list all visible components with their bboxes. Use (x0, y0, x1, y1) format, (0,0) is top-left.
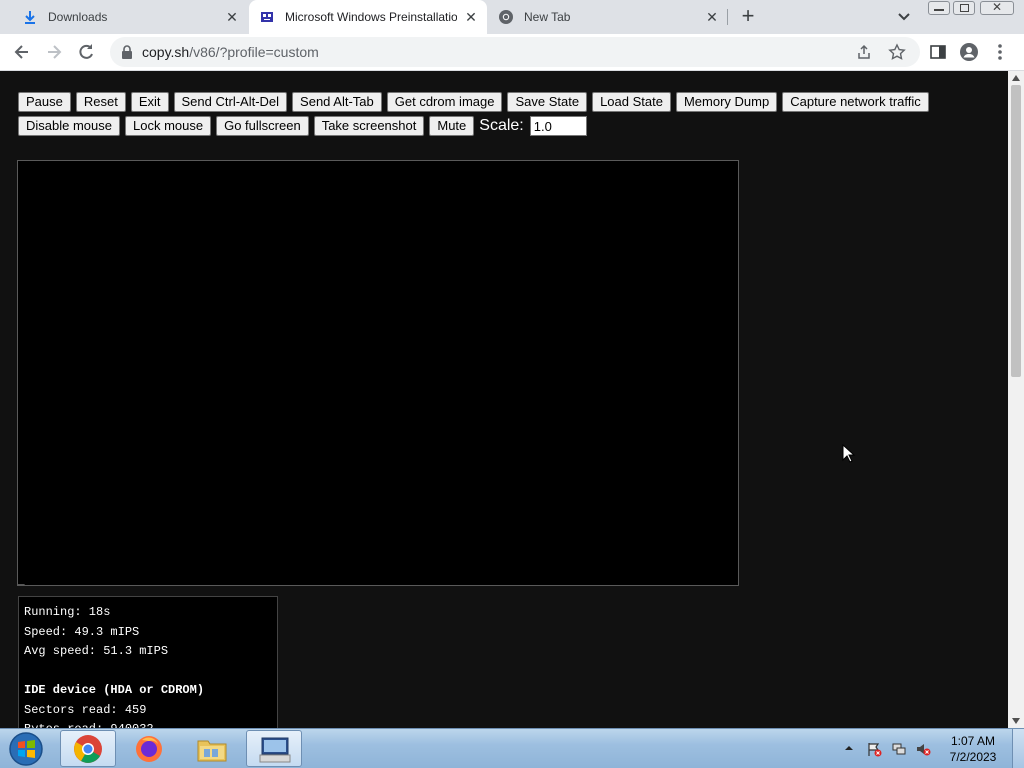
url-text[interactable]: copy.sh/v86/?profile=custom (142, 44, 319, 60)
volume-muted-icon[interactable] (915, 741, 931, 757)
back-arrow-icon[interactable] (12, 42, 32, 62)
capture-network-traffic-button[interactable]: Capture network traffic (782, 92, 929, 112)
chrome-icon (499, 10, 513, 24)
avg-speed: Avg speed: 51.3 mIPS (24, 644, 169, 658)
url-path: /v86/?profile=custom (189, 44, 319, 60)
address-bar[interactable]: copy.sh/v86/?profile=custom (110, 37, 920, 67)
chrome-icon (74, 735, 102, 763)
forward-arrow-icon[interactable] (44, 42, 64, 62)
send-alt-tab-button[interactable]: Send Alt-Tab (292, 92, 382, 112)
minimize-button[interactable] (928, 1, 950, 15)
url-host: copy.sh (142, 44, 190, 60)
take-screenshot-button[interactable]: Take screenshot (313, 116, 425, 136)
restore-button[interactable] (953, 1, 975, 15)
lock-mouse-button[interactable]: Lock mouse (125, 116, 212, 136)
close-icon[interactable]: ✕ (224, 9, 240, 25)
firefox-icon (136, 736, 162, 762)
on-screen-keyboard-icon (259, 737, 291, 763)
get-cdrom-image-button[interactable]: Get cdrom image (386, 92, 503, 112)
ide-device-header: IDE device (HDA or CDROM) (24, 683, 205, 697)
profile-avatar-icon[interactable] (959, 42, 979, 62)
text-cursor: _ (18, 572, 25, 585)
scroll-up-icon[interactable] (1012, 75, 1020, 81)
reset-button[interactable]: Reset (75, 92, 126, 112)
windows-taskbar: 1:07 AM 7/2/2023 (0, 728, 1024, 768)
scale-input[interactable] (529, 116, 587, 136)
save-state-button[interactable]: Save State (507, 92, 588, 112)
send-ctrl-alt-del-button[interactable]: Send Ctrl-Alt-Del (173, 92, 288, 112)
tab-title: Microsoft Windows Preinstallatio (285, 10, 457, 24)
tray-expand-icon[interactable] (843, 743, 855, 753)
pause-button[interactable]: Pause (18, 92, 71, 112)
taskbar-file-explorer[interactable] (184, 730, 240, 767)
scale-label: Scale: (479, 117, 524, 134)
mouse-pointer-icon (842, 444, 856, 463)
taskbar-on-screen-keyboard[interactable] (246, 730, 302, 767)
download-icon (25, 11, 35, 24)
tab-new-tab[interactable]: New Tab ✕ (488, 0, 728, 34)
close-icon[interactable]: ✕ (704, 9, 720, 25)
memory-dump-button[interactable]: Memory Dump (675, 92, 778, 112)
emulator-controls: Pause Reset Exit Send Ctrl-Alt-Del Send … (18, 91, 978, 139)
running-time: Running: 18s (24, 605, 111, 619)
tab-separator (727, 9, 728, 25)
sectors-read: Sectors read: 459 (24, 702, 147, 717)
windows-start-icon[interactable] (4, 730, 48, 768)
tab-title: Downloads (48, 10, 108, 24)
side-panel-icon[interactable] (928, 42, 948, 62)
clock-time: 1:07 AM (950, 734, 996, 748)
disable-mouse-button[interactable]: Disable mouse (18, 116, 120, 136)
network-icon[interactable] (891, 741, 907, 757)
action-center-flag-icon[interactable] (866, 741, 882, 757)
scrollbar-thumb[interactable] (1011, 85, 1021, 377)
clock-date: 7/2/2023 (949, 750, 997, 764)
runtime-info-panel: Running: 18s Speed: 49.3 mIPS Avg speed:… (18, 596, 278, 728)
browser-toolbar: copy.sh/v86/?profile=custom (0, 34, 1024, 71)
speed: Speed: 49.3 mIPS (24, 624, 140, 639)
close-icon[interactable]: ✕ (463, 9, 479, 25)
tab-strip: Downloads ✕ Microsoft Windows Preinstall… (0, 0, 1024, 34)
load-state-button[interactable]: Load State (592, 92, 671, 112)
share-icon[interactable] (856, 44, 872, 60)
mute-button[interactable]: Mute (429, 116, 475, 136)
show-desktop-button[interactable] (1012, 729, 1024, 768)
lock-icon[interactable] (120, 44, 134, 60)
v86-icon (261, 12, 273, 22)
star-icon[interactable] (888, 43, 906, 61)
window-close-button[interactable]: ✕ (980, 0, 1014, 15)
taskbar-chrome[interactable] (60, 730, 116, 767)
tab-title: New Tab (524, 10, 571, 24)
new-tab-button[interactable]: + (736, 5, 760, 29)
tab-v86[interactable]: Microsoft Windows Preinstallatio ✕ (249, 0, 487, 34)
go-fullscreen-button[interactable]: Go fullscreen (216, 116, 309, 136)
more-menu-icon[interactable] (990, 42, 1010, 62)
taskbar-firefox[interactable] (122, 730, 178, 767)
controls-row-1: Pause Reset Exit Send Ctrl-Alt-Del Send … (18, 91, 978, 113)
scroll-down-icon[interactable] (1012, 718, 1020, 724)
file-explorer-icon (197, 740, 227, 762)
exit-button[interactable]: Exit (130, 92, 169, 112)
page-content: Pause Reset Exit Send Ctrl-Alt-Del Send … (0, 71, 1008, 728)
reload-icon[interactable] (76, 42, 96, 62)
controls-row-2: Disable mouse Lock mouse Go fullscreen T… (18, 115, 978, 137)
close-icon: ✕ (992, 0, 1003, 14)
chevron-down-icon[interactable] (895, 8, 913, 26)
bytes-read: Bytes read: 940032 (24, 720, 277, 728)
page-scrollbar[interactable] (1008, 71, 1024, 728)
tab-downloads[interactable]: Downloads ✕ (8, 0, 248, 34)
system-clock[interactable]: 1:07 AM 7/2/2023 (945, 733, 1001, 765)
emulator-screen[interactable]: _ (17, 160, 739, 586)
